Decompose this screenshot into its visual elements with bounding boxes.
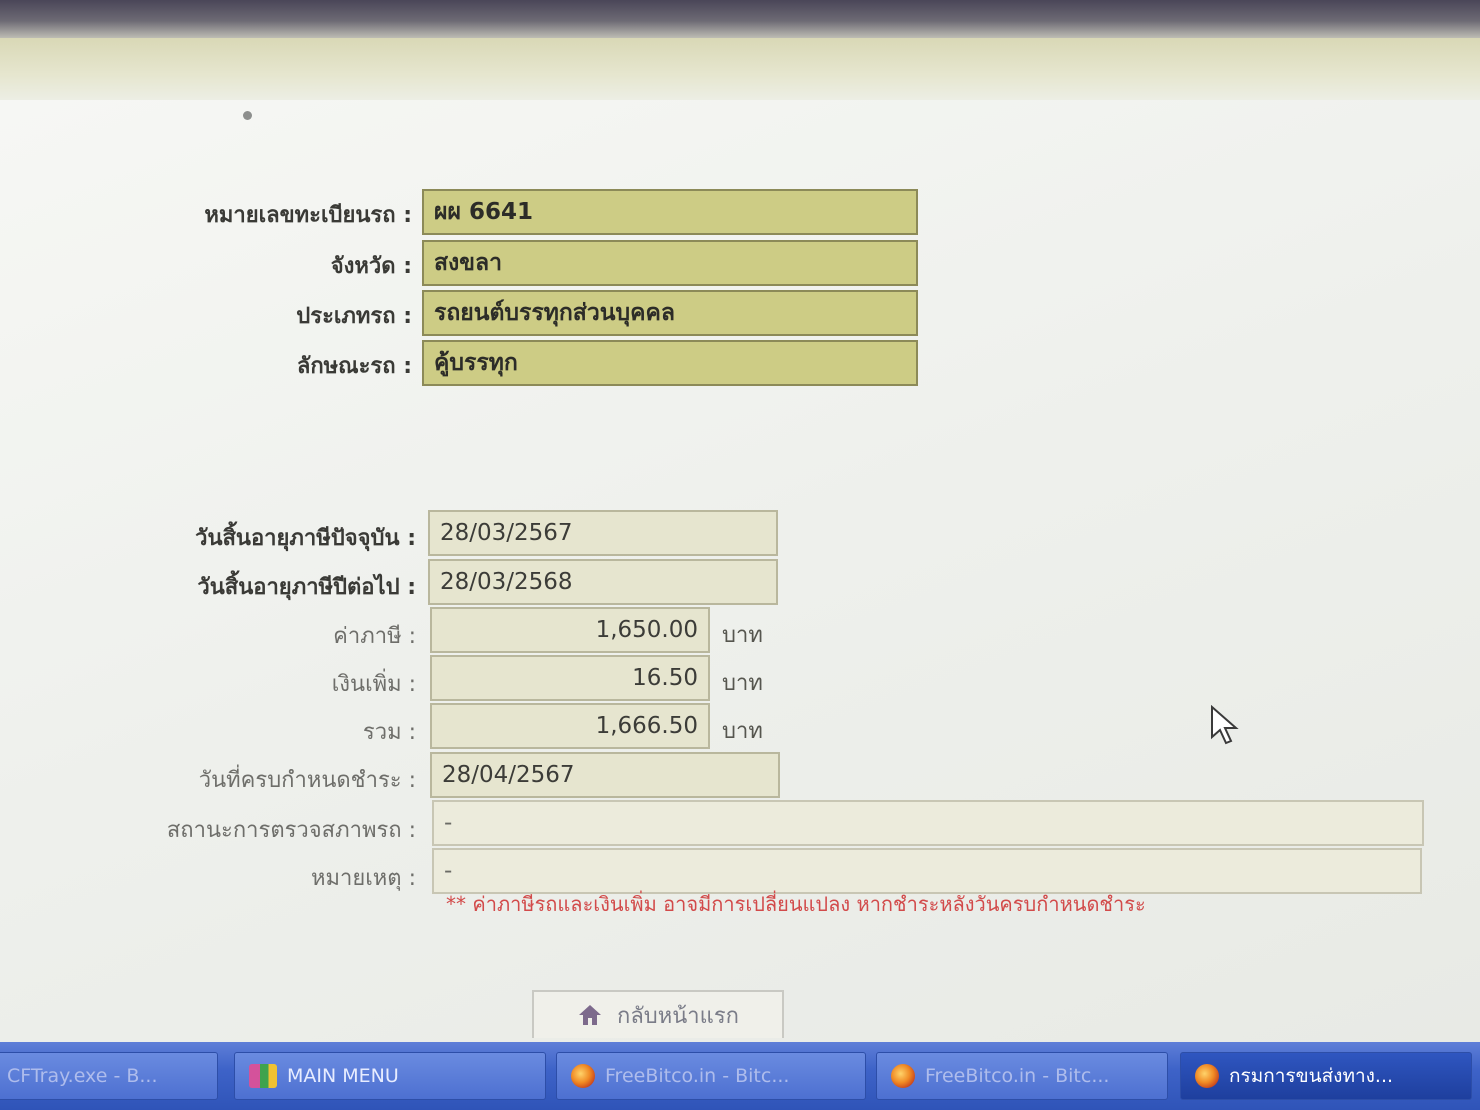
remark-label: หมายเหตุ : (311, 866, 416, 891)
vehicle-type-field: รถยนต์บรรทุกส่วนบุคคล (422, 290, 918, 336)
surcharge-field: 16.50 (430, 655, 710, 701)
taskbar-item-cftray[interactable]: CFTray.exe - B... (0, 1052, 218, 1100)
firefox-icon (891, 1064, 915, 1088)
firefox-icon (1195, 1064, 1219, 1088)
back-to-home-button[interactable]: กลับหน้าแรก (532, 990, 784, 1038)
total-label: รวม : (362, 720, 416, 745)
page-header-band (0, 38, 1480, 100)
taskbar-item-freebitco-1[interactable]: FreeBitco.in - Bitc... (556, 1052, 866, 1100)
main-menu-app-icon (249, 1064, 277, 1088)
firefox-icon (571, 1064, 595, 1088)
plate-label: หมายเลขทะเบียนรถ : (204, 203, 412, 228)
inspection-status-field: - (432, 800, 1424, 846)
taskbar-item-freebitco-1-label: FreeBitco.in - Bitc... (605, 1065, 790, 1087)
tax-amount-unit: บาท (722, 623, 763, 648)
province-label: จังหวัด : (330, 254, 412, 279)
bullet-dot (243, 111, 252, 120)
taskbar-item-main-menu[interactable]: MAIN MENU (234, 1052, 546, 1100)
back-to-home-label: กลับหน้าแรก (617, 1003, 739, 1029)
due-date-label: วันที่ครบกำหนดชำระ : (198, 768, 416, 793)
plate-field: ผผ 6641 (422, 189, 918, 235)
current-expiry-label: วันสิ้นอายุภาษีปัจจุบัน : (195, 526, 416, 551)
taskbar-item-cftray-label: CFTray.exe - B... (7, 1065, 158, 1087)
vehicle-style-label: ลักษณะรถ : (296, 354, 412, 379)
total-unit: บาท (722, 719, 763, 744)
monitor-top-bezel (0, 0, 1480, 38)
home-icon (579, 1005, 601, 1025)
tax-amount-field: 1,650.00 (430, 607, 710, 653)
province-field: สงขลา (422, 240, 918, 286)
tax-amount-label: ค่าภาษี : (333, 624, 416, 649)
due-date-field: 28/04/2567 (430, 752, 780, 798)
surcharge-unit: บาท (722, 671, 763, 696)
taskbar-item-freebitco-2[interactable]: FreeBitco.in - Bitc... (876, 1052, 1168, 1100)
taskbar-item-dlt-label: กรมการขนส่งทาง... (1229, 1065, 1394, 1087)
inspection-status-label: สถานะการตรวจสภาพรถ : (166, 818, 416, 843)
current-expiry-field: 28/03/2567 (428, 510, 778, 556)
vehicle-type-label: ประเภทรถ : (296, 304, 412, 329)
mouse-cursor-icon (1211, 705, 1239, 745)
taskbar-item-freebitco-2-label: FreeBitco.in - Bitc... (925, 1065, 1110, 1087)
surcharge-label: เงินเพิ่ม : (331, 672, 416, 697)
next-expiry-field: 28/03/2568 (428, 559, 778, 605)
taskbar-item-main-menu-label: MAIN MENU (287, 1065, 399, 1087)
vehicle-style-field: คู้บรรทุก (422, 340, 918, 386)
next-expiry-label: วันสิ้นอายุภาษีปีต่อไป : (197, 575, 416, 600)
taskbar-item-dlt[interactable]: กรมการขนส่งทาง... (1180, 1052, 1472, 1100)
tax-change-warning: ** ค่าภาษีรถและเงินเพิ่ม อาจมีการเปลี่ยน… (446, 892, 1146, 916)
total-field: 1,666.50 (430, 703, 710, 749)
